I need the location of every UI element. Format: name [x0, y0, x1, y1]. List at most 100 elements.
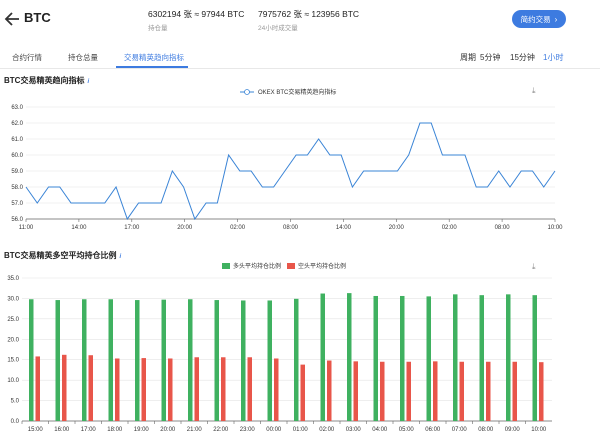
tab-elite-indicator[interactable]: 交易精英趋向指标: [124, 52, 184, 63]
y-tick-label: 57.0: [11, 201, 23, 207]
x-tick-label: 22:00: [213, 427, 229, 432]
long-ratio-bar: [320, 293, 325, 421]
x-tick-label: 06:00: [425, 427, 441, 432]
y-tick-label: 58.0: [11, 185, 23, 191]
tab-divider: [0, 68, 600, 69]
long-ratio-bar: [426, 296, 431, 421]
y-tick-label: 10.0: [7, 378, 19, 384]
x-tick-label: 17:00: [81, 427, 97, 432]
y-tick-label: 0.0: [11, 419, 20, 425]
period-15min[interactable]: 15分钟: [510, 52, 535, 63]
volume-label: 24小时成交量: [258, 25, 298, 32]
y-tick-label: 30.0: [7, 296, 19, 302]
short-ratio-bar: [274, 358, 279, 421]
x-tick-label: 00:00: [266, 427, 282, 432]
x-tick-label: 02:00: [442, 225, 458, 231]
y-tick-label: 61.0: [11, 137, 23, 143]
legend-label: 多头平均持仓比例: [233, 262, 281, 270]
legend-label: 空头平均持仓比例: [298, 262, 346, 270]
y-tick-label: 56.0: [11, 217, 23, 223]
x-tick-label: 20:00: [160, 427, 176, 432]
short-ratio-bar: [35, 356, 40, 421]
simple-trade-button[interactable]: 简约交易 ›: [512, 10, 566, 28]
x-tick-label: 10:00: [531, 427, 547, 432]
short-ratio-bar: [380, 361, 385, 421]
x-tick-label: 16:00: [54, 427, 70, 432]
short-ratio-bar: [327, 360, 332, 421]
short-ratio-bar: [300, 364, 305, 421]
x-tick-label: 20:00: [177, 225, 193, 231]
volume-value: 7975762 张 ≈ 123956 BTC: [258, 9, 360, 19]
long-ratio-bar: [453, 294, 458, 421]
y-tick-label: 63.0: [11, 105, 23, 111]
period-1hour[interactable]: 1小时: [543, 52, 563, 63]
x-tick-label: 03:00: [346, 427, 362, 432]
long-ratio-bar: [241, 300, 246, 421]
y-tick-label: 62.0: [11, 121, 23, 127]
x-tick-label: 10:00: [547, 225, 563, 231]
long-ratio-bar: [55, 300, 60, 421]
arrow-left-icon[interactable]: [4, 8, 22, 30]
x-tick-label: 18:00: [107, 427, 123, 432]
long-ratio-bar: [373, 295, 378, 421]
short-ratio-bar: [247, 357, 252, 421]
long-ratio-bar: [108, 299, 113, 421]
legend-label: OKEX BTC交易精英趋向指标: [258, 88, 336, 96]
trend-line-chart: 56.0 57.0 58.0 59.0 60.0 61.0 62.0 63.0 11:00 14:…: [11, 88, 563, 231]
long-ratio-bar: [161, 299, 166, 421]
y-tick-label: 59.0: [11, 169, 23, 175]
long-ratio-bar: [188, 299, 193, 421]
x-tick-label: 14:00: [71, 225, 87, 231]
short-ratio-bar: [168, 358, 173, 421]
period-5min[interactable]: 5分钟: [480, 52, 500, 63]
x-tick-label: 01:00: [293, 427, 309, 432]
long-ratio-bar: [347, 293, 352, 421]
y-tick-label: 60.0: [11, 153, 23, 159]
x-tick-label: 08:00: [495, 225, 511, 231]
short-ratio-bar: [62, 354, 67, 421]
x-tick-label: 08:00: [478, 427, 494, 432]
long-ratio-bar: [400, 295, 405, 421]
volume-stat: 7975762 张 ≈ 123956 BTC 24小时成交量: [258, 8, 359, 32]
long-ratio-bar: [294, 298, 299, 421]
header: BTC 6302194 张 ≈ 97944 BTC 持仓量 7975762 张 …: [0, 0, 600, 44]
y-tick-label: 20.0: [7, 337, 19, 343]
tab-open-interest[interactable]: 持仓总量: [68, 52, 98, 63]
short-ratio-bar: [433, 361, 438, 421]
legend-swatch: [222, 263, 230, 269]
x-tick-label: 15:00: [28, 427, 44, 432]
x-tick-label: 21:00: [187, 427, 203, 432]
long-ratio-bar: [532, 295, 537, 421]
short-ratio-bar: [194, 357, 199, 421]
x-tick-label: 05:00: [399, 427, 415, 432]
short-ratio-bar: [459, 361, 464, 421]
holdings-value: 6302194 张 ≈ 97944 BTC: [148, 9, 245, 19]
short-ratio-bar: [486, 361, 491, 421]
y-tick-label: 35.0: [7, 276, 19, 282]
x-tick-label: 08:00: [283, 225, 299, 231]
long-ratio-bar: [29, 299, 34, 421]
x-tick-label: 02:00: [319, 427, 335, 432]
short-ratio-bar: [539, 362, 544, 421]
short-ratio-bar: [221, 357, 226, 421]
x-tick-label: 02:00: [230, 225, 246, 231]
symbol-title: BTC: [24, 10, 51, 25]
short-ratio-bar: [353, 361, 358, 421]
x-tick-label: 19:00: [134, 427, 150, 432]
x-tick-label: 14:00: [336, 225, 352, 231]
long-ratio-bar: [506, 294, 511, 421]
x-tick-label: 17:00: [124, 225, 140, 231]
long-ratio-bar: [214, 300, 219, 421]
long-ratio-bar: [135, 300, 140, 421]
tab-market[interactable]: 合约行情: [12, 52, 42, 63]
short-ratio-bar: [406, 361, 411, 421]
long-ratio-bar: [479, 295, 484, 421]
simple-trade-label: 简约交易: [520, 14, 551, 24]
x-tick-label: 20:00: [389, 225, 405, 231]
long-ratio-bar: [82, 299, 87, 421]
x-tick-label: 11:00: [19, 225, 34, 231]
x-tick-label: 23:00: [240, 427, 256, 432]
legend-marker-icon: [244, 89, 250, 95]
short-ratio-bar: [115, 358, 120, 421]
long-ratio-bar: [267, 300, 272, 421]
